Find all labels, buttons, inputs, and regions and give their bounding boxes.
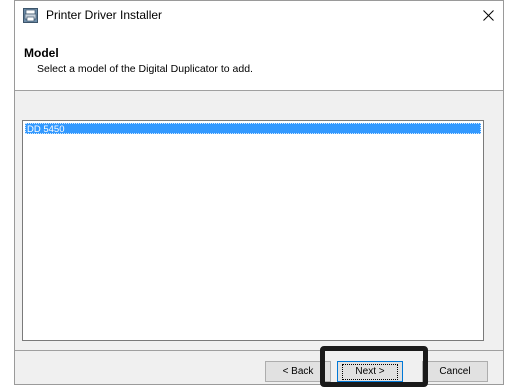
window-title: Printer Driver Installer [46,8,163,22]
next-button[interactable]: Next > [337,361,403,382]
page-subtitle: Select a model of the Digital Duplicator… [37,63,253,75]
wizard-header: Model Select a model of the Digital Dupl… [15,30,503,90]
back-button[interactable]: < Back [265,361,331,382]
page-title: Model [24,46,59,60]
cancel-button-label: Cancel [439,366,471,377]
close-icon [482,10,494,21]
installer-window: Printer Driver Installer Model Select a … [14,0,504,385]
wizard-footer: < Back Next > Cancel [15,351,503,384]
next-button-label: Next > [342,363,398,380]
title-bar: Printer Driver Installer [15,1,503,30]
model-listbox[interactable]: DD 5450 [22,120,484,341]
list-item-dd-5450[interactable]: DD 5450 [25,123,481,135]
wizard-content: DD 5450 [15,91,503,350]
cancel-button[interactable]: Cancel [422,361,488,382]
back-button-label: < Back [282,366,314,377]
printer-installer-icon [23,8,38,23]
close-button[interactable] [473,1,503,30]
